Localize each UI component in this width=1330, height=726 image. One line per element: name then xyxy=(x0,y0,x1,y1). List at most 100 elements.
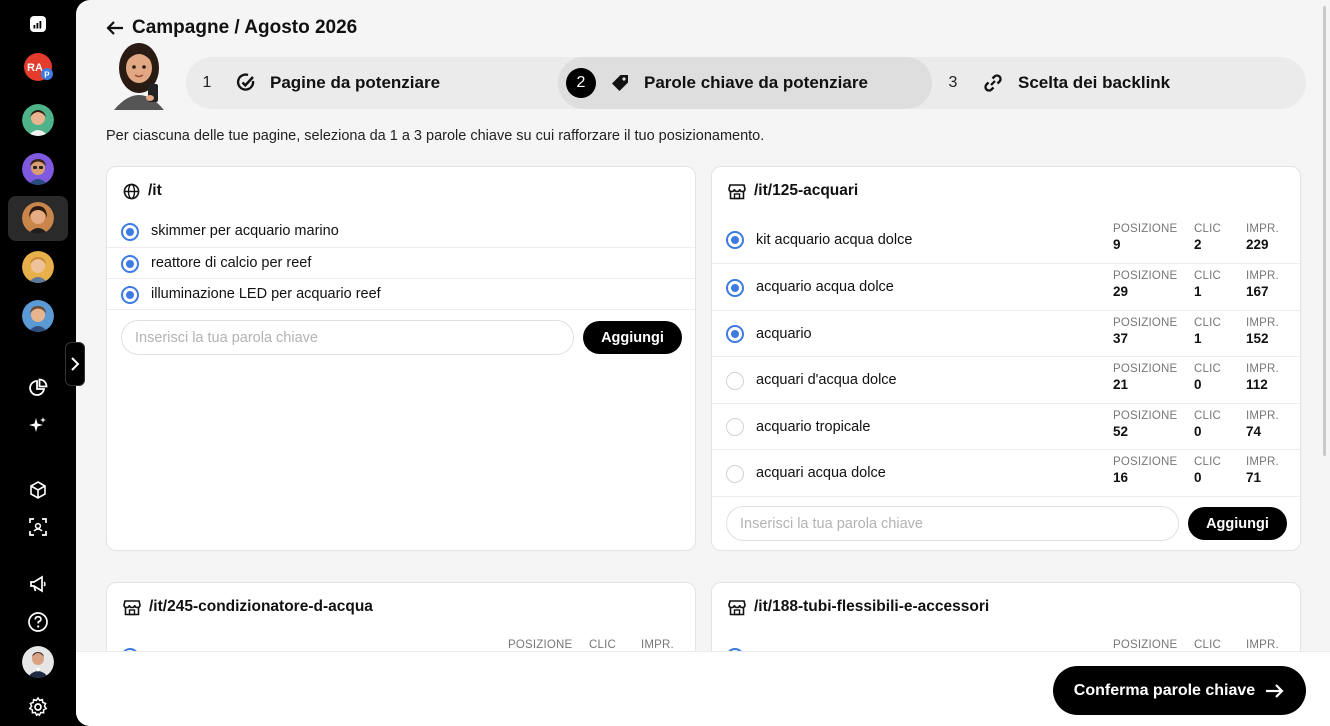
add-keyword-button[interactable]: Aggiungi xyxy=(583,321,682,354)
scroll-area: Campagne / Agosto 2026 1 Pagine da poten… xyxy=(76,0,1330,651)
keyword-row[interactable]: illuminazione LED per acquario reef xyxy=(107,278,695,309)
avatar-agent-2[interactable] xyxy=(22,153,54,185)
page-card-acquari: /it/125-acquari kit acquario acqua dolce… xyxy=(711,166,1301,551)
step-label: Scelta dei backlink xyxy=(1018,73,1171,92)
keyword-label: reattore di calcio per reef xyxy=(151,255,312,271)
stat-clicks: CLIC 1 xyxy=(1194,270,1222,299)
step-number: 2 xyxy=(566,68,596,98)
stat-position: POSIZIONE 9 xyxy=(1113,223,1178,252)
keyword-label: illuminazione LED per acquario reef xyxy=(151,286,381,302)
avatar-agent-3[interactable] xyxy=(22,202,54,234)
help-icon[interactable] xyxy=(22,606,54,638)
stat-position: POSIZIONE 29 xyxy=(1113,270,1178,299)
avatar-agent-4[interactable] xyxy=(22,251,54,283)
keyword-row[interactable]: acquario POSIZIONE 37 CLIC 1 IMPR. 152 xyxy=(712,310,1300,356)
stat-impressions: IMPR. 112 xyxy=(1246,363,1279,392)
assistant-mascot xyxy=(114,43,164,110)
keyword-input[interactable] xyxy=(121,320,574,355)
globe-icon xyxy=(123,183,140,199)
stat-clicks: CLIC 0 xyxy=(1194,363,1222,392)
keyword-radio[interactable] xyxy=(121,222,139,241)
card-title: /it/245-condizionatore-d-acqua xyxy=(123,598,373,616)
keyword-label: acquari d'acqua dolce xyxy=(756,372,897,388)
keyword-row[interactable]: POSIZIONE CLIC IMPR. xyxy=(712,633,1300,651)
stat-impressions: IMPR. 167 xyxy=(1246,270,1279,299)
settings-icon[interactable] xyxy=(22,691,54,723)
step-label: Parole chiave da potenziare xyxy=(644,73,868,92)
keyword-input[interactable] xyxy=(726,506,1179,541)
stat-position: POSIZIONE 21 xyxy=(1113,363,1178,392)
step-3[interactable]: 3 Scelta dei backlink xyxy=(938,57,1171,109)
store-icon xyxy=(123,599,141,615)
page-card-tubi: /it/188-tubi-flessibili-e-accessori POSI… xyxy=(711,582,1301,651)
avatar-agent-1[interactable] xyxy=(22,104,54,136)
stat-clicks: CLIC xyxy=(589,639,617,651)
sidebar: RA P xyxy=(0,0,85,726)
sidebar-toggle-button[interactable] xyxy=(65,342,85,386)
confirm-keywords-button[interactable]: Conferma parole chiave xyxy=(1053,666,1306,715)
stat-impressions: IMPR. xyxy=(1246,639,1279,651)
keyword-row[interactable]: reattore di calcio per reef xyxy=(107,247,695,278)
stat-impressions: IMPR. 152 xyxy=(1246,317,1279,346)
signal-icon[interactable] xyxy=(22,8,54,40)
keyword-label: acquario tropicale xyxy=(756,418,871,435)
stat-clicks: CLIC xyxy=(1194,639,1222,651)
keyword-label: acquari acqua dolce xyxy=(756,465,886,481)
card-title: /it xyxy=(123,182,162,200)
stat-position: POSIZIONE xyxy=(1113,639,1178,651)
logo-badge: P xyxy=(44,71,50,80)
target-check-icon xyxy=(236,73,255,91)
pie-chart-icon[interactable] xyxy=(22,372,54,404)
chevron-right-icon xyxy=(71,357,80,371)
stat-position: POSIZIONE xyxy=(508,639,573,651)
stat-clicks: CLIC 2 xyxy=(1194,223,1222,252)
store-icon xyxy=(728,183,746,199)
breadcrumb-label: Campagne / Agosto 2026 xyxy=(132,17,358,38)
main-panel: Campagne / Agosto 2026 1 Pagine da poten… xyxy=(76,0,1330,726)
keyword-row[interactable]: acquari d'acqua dolce POSIZIONE 21 CLIC 0 … xyxy=(712,356,1300,403)
sparkles-icon[interactable] xyxy=(22,409,54,441)
add-keyword-button[interactable]: Aggiungi xyxy=(1188,507,1287,540)
logo-text: RA xyxy=(27,62,43,74)
keyword-row[interactable]: kit acquario acqua dolce POSIZIONE 9 CLIC… xyxy=(712,217,1300,263)
step-label: Pagine da potenziare xyxy=(270,73,441,92)
keyword-label: acquario acqua dolce xyxy=(756,279,894,295)
store-icon xyxy=(728,599,746,615)
step-number: 3 xyxy=(948,74,958,91)
keyword-radio[interactable] xyxy=(726,464,744,483)
divider xyxy=(712,496,1300,497)
keyword-radio[interactable] xyxy=(121,285,139,304)
scan-icon[interactable] xyxy=(22,511,54,543)
keyword-row[interactable]: acquario tropicale POSIZIONE 52 CLIC 0 IMP… xyxy=(712,403,1300,449)
stepper: 1 Pagine da potenziare 2 Parole chiave d… xyxy=(186,57,1306,109)
card-title-text: /it xyxy=(148,182,162,199)
step-2[interactable]: 2 Parole chiave da potenziare xyxy=(566,57,868,109)
keyword-label: kit acquario acqua dolce xyxy=(756,231,913,248)
keyword-radio[interactable] xyxy=(726,325,744,343)
step-number: 1 xyxy=(202,74,212,91)
stat-impressions: IMPR. 229 xyxy=(1246,223,1279,252)
keyword-label: skimmer per acquario marino xyxy=(151,223,339,239)
brand-logo[interactable]: RA P xyxy=(22,51,54,83)
megaphone-icon[interactable] xyxy=(22,568,54,600)
keyword-row[interactable]: POSIZIONE CLIC IMPR. xyxy=(107,633,695,651)
keyword-radio[interactable] xyxy=(726,371,744,390)
avatar-agent-5[interactable] xyxy=(22,300,54,332)
back-breadcrumb[interactable]: Campagne / Agosto 2026 xyxy=(106,17,357,39)
keyword-row[interactable]: acquari acqua dolce POSIZIONE 16 CLIC 0 IM… xyxy=(712,449,1300,496)
keyword-row[interactable]: skimmer per acquario marino xyxy=(107,216,695,247)
page-card-condizionatore: /it/245-condizionatore-d-acqua POSIZIONE… xyxy=(106,582,696,651)
keyword-radio[interactable] xyxy=(726,418,744,436)
stat-position: POSIZIONE 16 xyxy=(1113,456,1178,485)
step-1[interactable]: 1 Pagine da potenziare xyxy=(192,57,441,109)
keyword-row[interactable]: acquario acqua dolce POSIZIONE 29 CLIC 1 I… xyxy=(712,263,1300,310)
scrollbar[interactable] xyxy=(1323,6,1326,456)
user-avatar[interactable] xyxy=(22,646,54,678)
keyword-radio[interactable] xyxy=(726,231,744,249)
stat-impressions: IMPR. xyxy=(641,639,674,651)
keyword-radio[interactable] xyxy=(121,254,139,273)
stat-clicks: CLIC 1 xyxy=(1194,317,1222,346)
keyword-radio[interactable] xyxy=(726,278,744,297)
box-icon[interactable] xyxy=(22,474,54,506)
stat-impressions: IMPR. 71 xyxy=(1246,456,1279,485)
